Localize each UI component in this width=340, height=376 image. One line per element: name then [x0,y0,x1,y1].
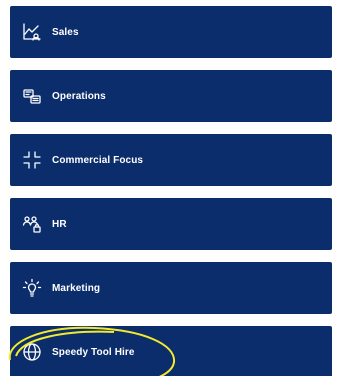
menu-item-marketing[interactable]: Marketing [10,262,332,314]
menu-item-label: Commercial Focus [52,154,144,166]
menu-item-label: Marketing [52,282,101,294]
focus-icon [21,149,43,171]
menu-item-hr[interactable]: HR [10,198,332,250]
menu-item-speedy-tool-hire[interactable]: Speedy Tool Hire [10,326,332,376]
lightbulb-icon [21,277,43,299]
people-icon [21,213,43,235]
menu-item-sales[interactable]: Sales [10,6,332,58]
menu-item-commercial-focus[interactable]: Commercial Focus [10,134,332,186]
menu-item-label: Sales [52,26,79,38]
globe-icon [21,341,43,363]
app-stage: Sales Operations Commercial Focus HR Mar… [0,0,340,376]
menu-item-operations[interactable]: Operations [10,70,332,122]
menu-item-label: Speedy Tool Hire [52,346,135,358]
menu-item-label: HR [52,218,67,230]
menu-item-label: Operations [52,90,106,102]
sales-chart-icon [21,21,43,43]
operations-icon [21,85,43,107]
navigation-menu: Sales Operations Commercial Focus HR Mar… [10,6,332,376]
